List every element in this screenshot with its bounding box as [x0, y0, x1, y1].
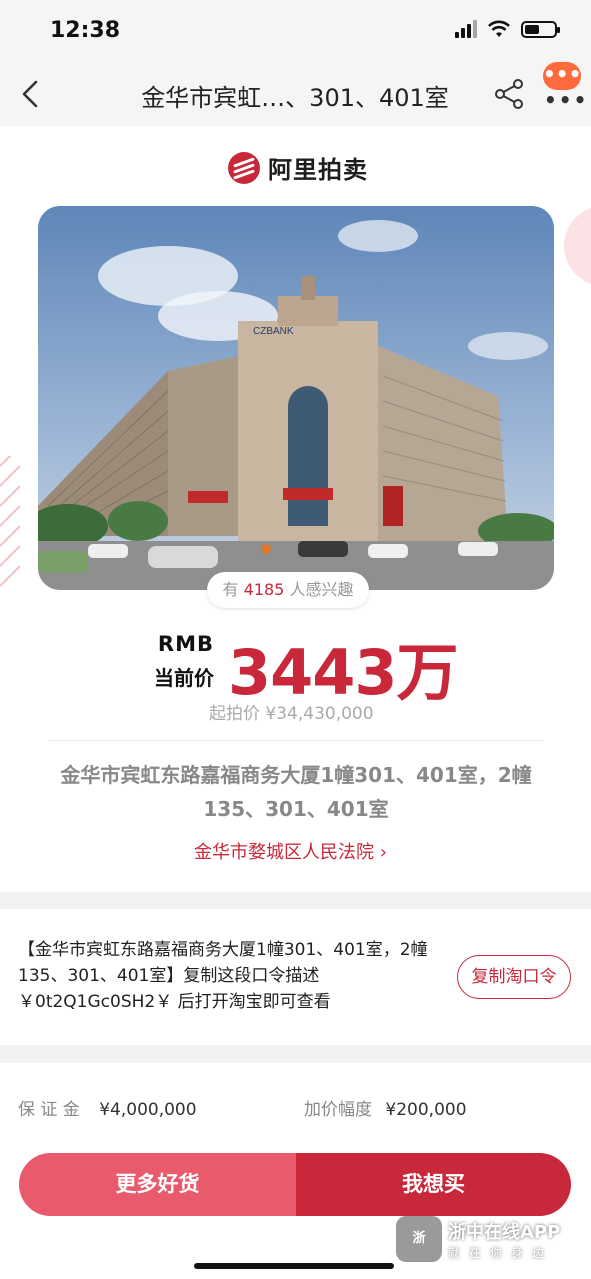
status-bar: 12:38: [0, 0, 591, 62]
deposit-info: 保 证 金 ¥4,000,000: [18, 1095, 197, 1120]
watermark-subtitle: 就在你身边: [448, 1245, 554, 1260]
status-time: 12:38: [50, 18, 121, 43]
chevron-right-icon: ›: [379, 842, 387, 863]
back-arrow-icon[interactable]: [14, 76, 50, 112]
brand-name: 阿里拍卖: [268, 156, 368, 184]
interest-prefix: 有: [222, 580, 239, 599]
deposit-label: 保 证 金: [18, 1100, 80, 1120]
increment-value: ¥200,000: [385, 1100, 467, 1120]
increment-info: 加价幅度 ¥200,000: [304, 1095, 467, 1120]
interest-count-badge: 有 4185 人感兴趣: [207, 572, 369, 608]
currency-label: RMB: [157, 632, 214, 656]
decorative-stripes: [0, 456, 21, 588]
interest-count: 4185: [243, 580, 285, 599]
ali-auction-logo-icon: [228, 151, 260, 184]
wifi-icon: [488, 20, 510, 37]
more-menu-icon[interactable]: •••: [544, 88, 588, 112]
watermark-title: 浙中在线APP: [448, 1221, 561, 1243]
bottom-panel: 保 证 金 ¥4,000,000 加价幅度 ¥200,000 更多好货 我想买 …: [0, 1063, 591, 1279]
watermark-logo: 浙: [396, 1216, 442, 1262]
message-badge[interactable]: •••: [543, 62, 581, 90]
court-link[interactable]: 金华市婺城区人民法院 ›: [194, 838, 387, 864]
court-name: 金华市婺城区人民法院: [194, 842, 374, 863]
home-indicator: [194, 1263, 394, 1269]
current-price-label: 当前价: [154, 666, 214, 690]
battery-icon: [521, 20, 560, 38]
decorative-circle: [564, 206, 591, 286]
signal-icon: [455, 20, 477, 38]
taobao-code-card: 【金华市宾虹东路嘉福商务大厦1幢301、401室，2幢135、301、401室】…: [0, 909, 591, 1045]
share-icon[interactable]: [494, 78, 526, 110]
divider: [48, 740, 544, 741]
deposit-value: ¥4,000,000: [99, 1100, 197, 1120]
want-to-buy-button[interactable]: 我想买: [296, 1153, 571, 1216]
property-photo[interactable]: CZBANK: [38, 206, 554, 590]
nav-bar: 金华市宾虹…、301、401室 ••• •••: [0, 62, 591, 126]
auction-summary-card: 阿里拍卖 CZBANK 有 4185 人感兴趣 RMB 当前价 3443万 起拍…: [0, 126, 591, 892]
price-labels: RMB 当前价: [150, 632, 214, 691]
increment-label: 加价幅度: [304, 1100, 372, 1120]
property-address: 金华市宾虹东路嘉福商务大厦1幢301、401室，2幢135、301、401室: [60, 763, 532, 821]
taobao-code-text: 【金华市宾虹东路嘉福商务大厦1幢301、401室，2幢135、301、401室】…: [18, 940, 428, 1012]
more-goods-button[interactable]: 更多好货: [19, 1153, 296, 1216]
app-watermark: 浙 浙中在线APP 就在你身边: [396, 1216, 560, 1262]
page-title: 金华市宾虹…、301、401室: [141, 84, 449, 112]
interest-suffix: 人感兴趣: [289, 580, 354, 599]
ali-auction-brand: 阿里拍卖: [228, 150, 368, 185]
copy-code-button[interactable]: 复制淘口令: [457, 955, 571, 999]
svg-text:CZBANK: CZBANK: [253, 326, 294, 337]
starting-price: 起拍价 ¥34,430,000: [209, 704, 374, 724]
